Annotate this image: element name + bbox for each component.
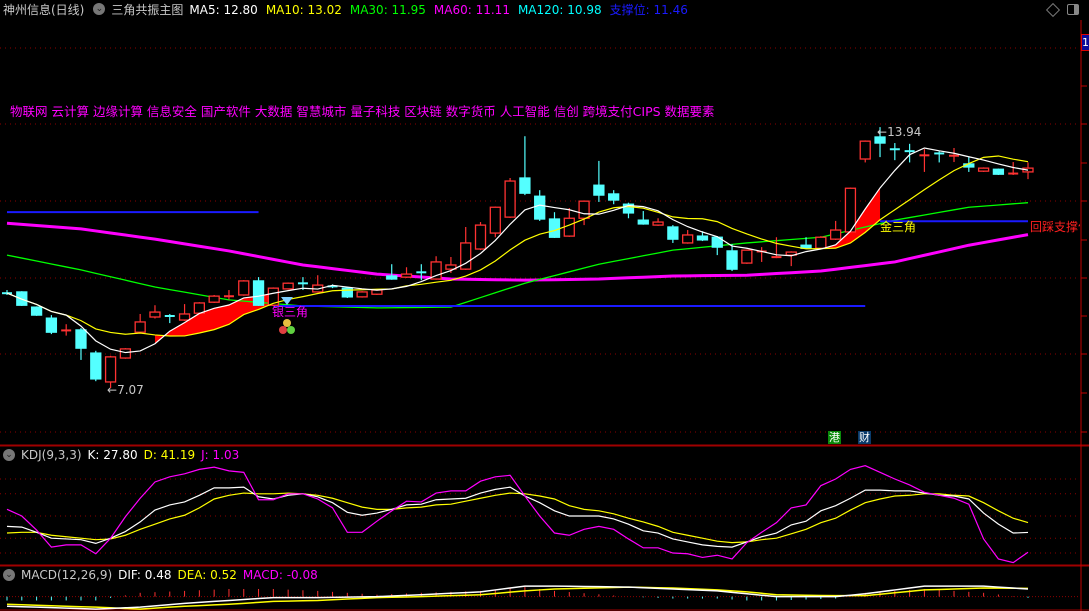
ma60-line [6, 221, 1029, 282]
candle-body [90, 352, 102, 380]
stock-chart[interactable] [0, 0, 1089, 611]
main-header: 神州信息(日线) ⌄ 三角共振主图 MA5: 12.80 MA10: 13.02 M… [0, 0, 696, 18]
candle-body [238, 280, 250, 296]
concept-tags: 物联网 云计算 边缘计算 信息安全 国产软件 大数据 智慧城市 量子科技 区块链… [10, 104, 715, 119]
candle-body [341, 287, 353, 298]
candle-body [356, 291, 368, 298]
high-price-value: 13.94 [887, 125, 922, 139]
ma-value-0: MA5: 12.80 [189, 2, 258, 17]
ma-value-2: MA30: 11.95 [349, 2, 426, 17]
candle-body [45, 317, 58, 333]
kdj-d-value: D: 41.19 [143, 448, 196, 462]
gold-triangle-label: 金三角 [880, 220, 917, 234]
macd-dif-value: DIF: 0.48 [118, 568, 172, 582]
candle-body [992, 168, 1005, 175]
candle-body [977, 167, 990, 172]
kdj-j-line [6, 465, 1029, 564]
candle-body [474, 224, 487, 250]
candle-body [178, 313, 191, 321]
macd-dif-line [6, 585, 1029, 610]
macd-header: ⌄ MACD(12,26,9) DIF: 0.48 DEA: 0.52 MACD… [0, 566, 324, 584]
stock-title: 神州信息(日线) [3, 2, 85, 17]
candle-body [815, 236, 827, 249]
financial-badge[interactable]: 财 [858, 431, 871, 444]
high-price-label: ←13.94 [877, 125, 921, 139]
candle-body [741, 249, 753, 264]
macd-dea-value: DEA: 0.52 [177, 568, 237, 582]
panel-toggle-icon[interactable] [1067, 4, 1079, 15]
candle-body [104, 356, 117, 383]
candle-body [637, 219, 649, 225]
candle-body [652, 221, 664, 226]
candle-body [726, 250, 738, 270]
low-price-label: ←7.07 [107, 383, 144, 397]
candle-body [667, 226, 679, 240]
candle-body [682, 234, 694, 244]
axis-badge: 1 [1081, 34, 1089, 51]
candle-body [504, 180, 516, 218]
candle-body [386, 275, 398, 280]
chevron-down-icon[interactable]: ⌄ [3, 449, 15, 461]
diamond-gem-icon [281, 297, 293, 305]
kdj-name[interactable]: KDJ(9,3,3) [21, 448, 82, 462]
candle-body [548, 218, 561, 238]
candle-body [593, 184, 605, 196]
arrow-left-icon: ← [877, 125, 888, 139]
candle-body [119, 348, 132, 359]
kdj-header: ⌄ KDJ(9,3,3) K: 27.80 D: 41.19 J: 1.03 [0, 446, 245, 464]
hk-connect-badge[interactable]: 港 [828, 431, 841, 444]
candle-body [282, 282, 294, 290]
pullback-support-label: 回踩支撑位 [1030, 220, 1080, 234]
candle-body [400, 273, 413, 278]
candle-body [859, 140, 871, 160]
ma10-line [6, 155, 1029, 337]
candle-body [208, 295, 220, 303]
indicator-name[interactable]: 三角共振主图 [111, 1, 183, 18]
arrow-left-icon: ← [107, 383, 118, 397]
candle-body [75, 329, 87, 349]
ma-value-4: MA120: 10.98 [517, 2, 602, 17]
candle-body [489, 206, 501, 234]
candle-body [829, 229, 842, 240]
kdj-d-line [6, 492, 1029, 544]
candle-body [696, 235, 709, 241]
candle-body [134, 321, 146, 333]
ma-values: MA5: 12.80 MA10: 13.02 MA30: 11.95 MA60: 11… [189, 1, 695, 18]
candle-body [578, 200, 590, 219]
candle-body [608, 193, 620, 201]
ma-value-3: MA60: 11.11 [433, 2, 510, 17]
ma-value-1: MA10: 13.02 [265, 2, 342, 17]
kdj-j-value: J: 1.03 [201, 448, 240, 462]
low-price-value: 7.07 [117, 383, 144, 397]
chevron-down-icon[interactable]: ⌄ [93, 3, 106, 15]
candle-body [30, 306, 43, 316]
candle-body [149, 311, 161, 318]
tri-ball-icon [279, 319, 295, 335]
candle-body [534, 195, 546, 220]
macd-name[interactable]: MACD(12,26,9) [21, 568, 112, 582]
ma5-line [6, 147, 1029, 354]
chevron-down-icon[interactable]: ⌄ [3, 569, 15, 581]
ma-value-5: 支撑位: 11.46 [609, 2, 688, 17]
silver-triangle-label: 银三角 [272, 305, 309, 319]
candle-body [252, 280, 265, 306]
candle-body [563, 217, 575, 237]
kdj-k-value: K: 27.80 [87, 448, 138, 462]
macd-histogram-value: MACD: -0.08 [242, 568, 318, 582]
candle-body [519, 177, 531, 194]
